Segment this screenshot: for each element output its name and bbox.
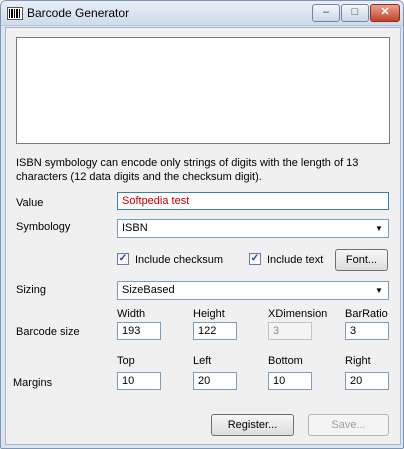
- barcode-generator-window: Barcode Generator – □ ✕ ISBN symbology c…: [0, 0, 404, 449]
- width-input[interactable]: 193: [117, 322, 161, 340]
- margin-right-input[interactable]: 20: [345, 372, 389, 390]
- xdimension-input: 3: [268, 322, 312, 340]
- symbology-description: ISBN symbology can encode only strings o…: [16, 157, 359, 183]
- sizing-label: Sizing: [16, 284, 46, 296]
- title-bar[interactable]: Barcode Generator – □ ✕: [1, 1, 403, 26]
- symbology-label: Symbology: [16, 221, 71, 233]
- include-checksum-checkbox[interactable]: ✓: [117, 253, 129, 265]
- register-button[interactable]: Register...: [211, 414, 294, 436]
- width-label: Width: [117, 308, 146, 320]
- symbology-value: ISBN: [122, 222, 148, 234]
- margin-top-input[interactable]: 10: [117, 372, 161, 390]
- window-title: Barcode Generator: [27, 6, 130, 20]
- top-label: Top: [117, 355, 135, 367]
- chevron-down-icon[interactable]: ▼: [372, 283, 386, 298]
- include-checksum-label[interactable]: Include checksum: [135, 254, 223, 266]
- barcode-app-icon: [7, 7, 23, 20]
- barratio-input[interactable]: 3: [345, 322, 389, 340]
- form-area: ISBN symbology can encode only strings o…: [5, 27, 401, 445]
- font-button[interactable]: Font...: [335, 249, 388, 271]
- close-button[interactable]: ✕: [370, 4, 400, 22]
- height-label: Height: [193, 308, 225, 320]
- include-text-label[interactable]: Include text: [267, 254, 323, 266]
- margin-left-input[interactable]: 20: [193, 372, 237, 390]
- right-label: Right: [345, 355, 371, 367]
- maximize-button[interactable]: □: [341, 4, 369, 22]
- sizing-value: SizeBased: [122, 284, 175, 296]
- sizing-select[interactable]: SizeBased ▼: [117, 281, 389, 300]
- value-label: Value: [16, 197, 44, 209]
- left-label: Left: [193, 355, 212, 367]
- bottom-label: Bottom: [268, 355, 303, 367]
- xdimension-label: XDimension: [268, 308, 328, 320]
- barcode-preview: [16, 37, 390, 144]
- margin-bottom-input[interactable]: 10: [268, 372, 312, 390]
- symbology-select[interactable]: ISBN ▼: [117, 219, 389, 238]
- margins-label: Margins: [13, 377, 53, 389]
- barratio-label: BarRatio: [345, 308, 388, 320]
- height-input[interactable]: 122: [193, 322, 237, 340]
- barcode-size-label: Barcode size: [16, 326, 80, 338]
- minimize-button[interactable]: –: [312, 4, 340, 22]
- include-text-checkbox[interactable]: ✓: [249, 253, 261, 265]
- save-button: Save...: [308, 414, 389, 436]
- value-input[interactable]: Softpedia test: [117, 192, 389, 210]
- chevron-down-icon[interactable]: ▼: [372, 221, 386, 236]
